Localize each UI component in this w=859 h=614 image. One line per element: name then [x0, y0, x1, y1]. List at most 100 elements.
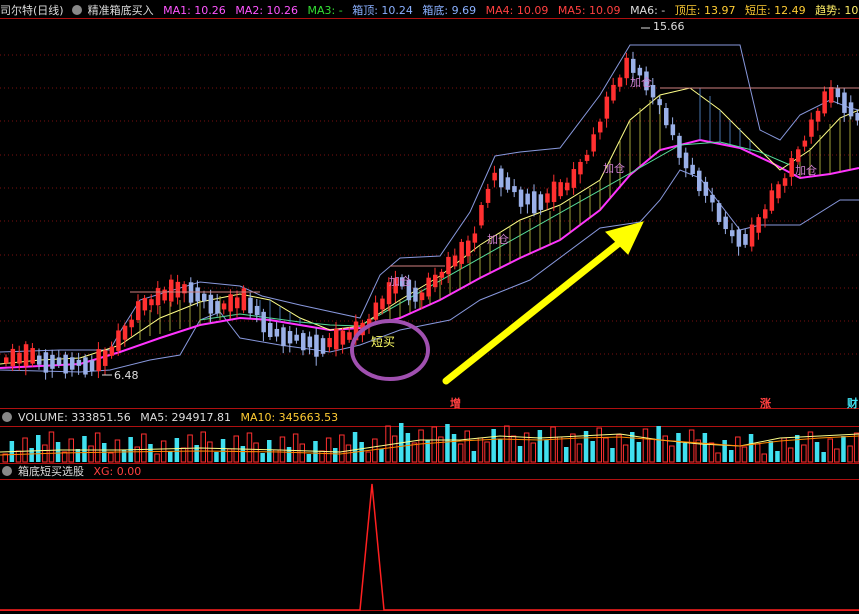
volume-bar [418, 429, 424, 463]
candle-body [261, 311, 266, 333]
candle-body [670, 124, 676, 136]
volume-bar [616, 434, 622, 463]
volume-bar [471, 451, 477, 462]
volume-bar [464, 430, 470, 463]
volume-bar [154, 453, 160, 463]
lower-box-line [0, 169, 859, 373]
candle-body [756, 217, 761, 233]
candle-body [129, 319, 134, 328]
volume-bar [622, 444, 629, 463]
volume-bar [477, 437, 484, 463]
candle-body [307, 336, 313, 348]
volume-bar [365, 451, 371, 463]
candle-body [492, 172, 497, 181]
signal-spike-line [0, 483, 859, 611]
volume-bar [431, 426, 437, 463]
candle-body [802, 140, 808, 147]
volume-bar-group [2, 423, 859, 463]
candle-body [604, 96, 610, 119]
increase-marker[interactable]: 增 [450, 395, 461, 411]
volume-bar [735, 436, 741, 463]
gear-icon[interactable] [2, 466, 12, 476]
candle-body [56, 357, 62, 365]
candle-body [472, 233, 478, 243]
candle-body [17, 352, 22, 364]
volume-bar [174, 438, 180, 462]
candle-body [485, 188, 491, 203]
candle-body [855, 112, 859, 121]
volume-bar [498, 439, 503, 462]
candle-body [122, 325, 128, 340]
candle-body [677, 135, 682, 158]
candle-body [426, 277, 431, 297]
candle-body [419, 292, 425, 301]
volume-bar [682, 443, 688, 462]
volume-bar [22, 437, 28, 463]
candle-body [10, 348, 16, 367]
volume-bar [761, 453, 767, 463]
candle-body [221, 303, 227, 310]
candle-body [710, 194, 715, 203]
rise-marker[interactable]: 涨 [760, 395, 771, 411]
volume-bar [596, 427, 602, 463]
candle-body [525, 193, 530, 205]
volume-bar [688, 429, 695, 463]
candle-body [743, 234, 748, 245]
finance-marker[interactable]: 财 [847, 395, 858, 411]
volume-bar [29, 448, 34, 462]
candle-body [796, 149, 801, 162]
add-position-label-2: 加仓 [487, 233, 509, 246]
candle-body [789, 158, 794, 177]
candle-body [254, 305, 260, 316]
candle-body [215, 301, 220, 314]
volume-bar [405, 433, 411, 462]
candle-body [202, 293, 207, 302]
candle-body [565, 182, 570, 191]
volume-bar [240, 446, 246, 462]
volume-bar [325, 437, 332, 463]
pressure-lines [130, 87, 859, 293]
candle-body [505, 177, 511, 190]
candle-body [208, 294, 214, 314]
volume-bar [610, 448, 615, 462]
candle-body [769, 190, 775, 211]
candle-body [235, 297, 240, 309]
candle-body [439, 271, 445, 278]
candle-body [631, 58, 636, 73]
candle-body [142, 298, 148, 311]
volume-bar [391, 435, 398, 463]
candle-body [499, 168, 504, 188]
volume-bar [333, 448, 338, 462]
volume-bar [253, 442, 259, 463]
volume-bar [88, 445, 94, 463]
candle-body [664, 107, 669, 126]
volume-bar [775, 451, 780, 462]
candle-body [70, 357, 75, 370]
volume-bar [781, 437, 787, 463]
candle-body [591, 134, 596, 152]
volume-bar [722, 440, 727, 462]
signal-name[interactable]: 箱底短买选股 [18, 465, 84, 478]
candle-body [30, 348, 35, 364]
candle-body [822, 91, 827, 114]
volume-bar [339, 434, 345, 463]
candle-body [136, 301, 141, 321]
volume-bar [510, 435, 517, 463]
volume-bar [292, 433, 299, 463]
gear-icon[interactable] [2, 412, 12, 422]
volume-bar [286, 447, 292, 462]
volume-bar [48, 431, 55, 463]
volume-bar [708, 442, 715, 463]
candle-body [723, 216, 728, 230]
candle-body [446, 256, 451, 275]
volume-bar [795, 435, 800, 462]
fill-hatching [139, 95, 851, 340]
candle-body [103, 350, 108, 366]
volume-bar [445, 424, 450, 462]
volume-bar [821, 452, 826, 462]
volume-bar [260, 453, 265, 462]
candle-body [281, 327, 286, 347]
volume-bar [279, 436, 286, 463]
volume-bar [550, 426, 556, 463]
candle-body [479, 205, 484, 226]
